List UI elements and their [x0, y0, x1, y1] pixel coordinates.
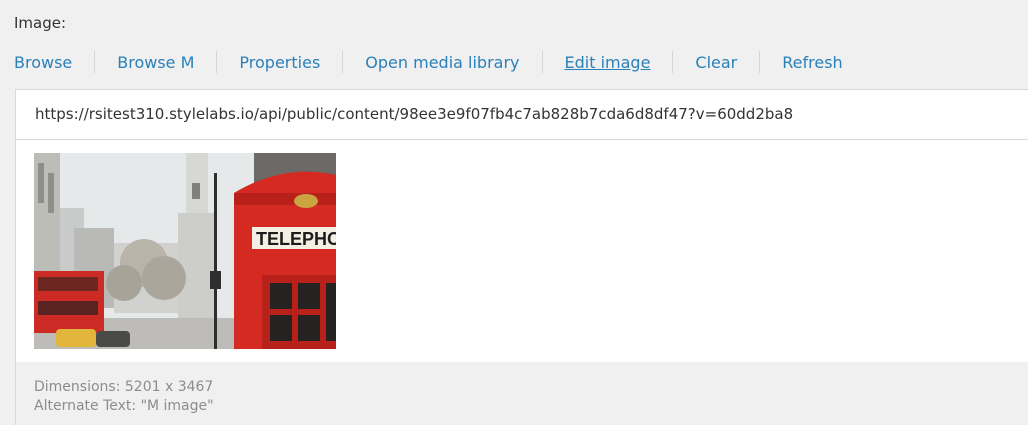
- refresh-link[interactable]: Refresh: [782, 53, 842, 72]
- toolbar-separator: [216, 51, 218, 73]
- edit-image-link[interactable]: Edit image: [565, 53, 651, 72]
- toolbar-separator: [759, 51, 761, 73]
- toolbar-separator: [541, 51, 543, 73]
- dimensions-text: Dimensions: 5201 x 3467: [34, 379, 214, 395]
- open-media-library-link[interactable]: Open media library: [365, 53, 519, 72]
- toolbar-separator: [342, 51, 344, 73]
- browse-m-link[interactable]: Browse M: [117, 53, 194, 72]
- image-field: Image: Browse Browse M Properties Open m…: [0, 0, 1028, 425]
- alternate-text: Alternate Text: "M image": [34, 398, 214, 414]
- image-field-label: Image:: [14, 14, 67, 32]
- properties-link[interactable]: Properties: [239, 53, 320, 72]
- image-thumbnail[interactable]: TELEPHO: [34, 153, 336, 349]
- image-url-field[interactable]: https://rsitest310.stylelabs.io/api/publ…: [15, 89, 1028, 140]
- image-toolbar: Browse Browse M Properties Open media li…: [14, 50, 843, 74]
- image-info: Dimensions: 5201 x 3467 Alternate Text: …: [34, 378, 214, 416]
- info-left-border: [15, 362, 16, 425]
- toolbar-separator: [94, 51, 96, 73]
- toolbar-separator: [672, 51, 674, 73]
- clear-link[interactable]: Clear: [695, 53, 737, 72]
- phone-box-sign: TELEPHO: [256, 229, 336, 249]
- london-street-photo: TELEPHO: [34, 153, 336, 349]
- image-preview-area: TELEPHO: [15, 140, 1028, 362]
- browse-link[interactable]: Browse: [14, 53, 72, 72]
